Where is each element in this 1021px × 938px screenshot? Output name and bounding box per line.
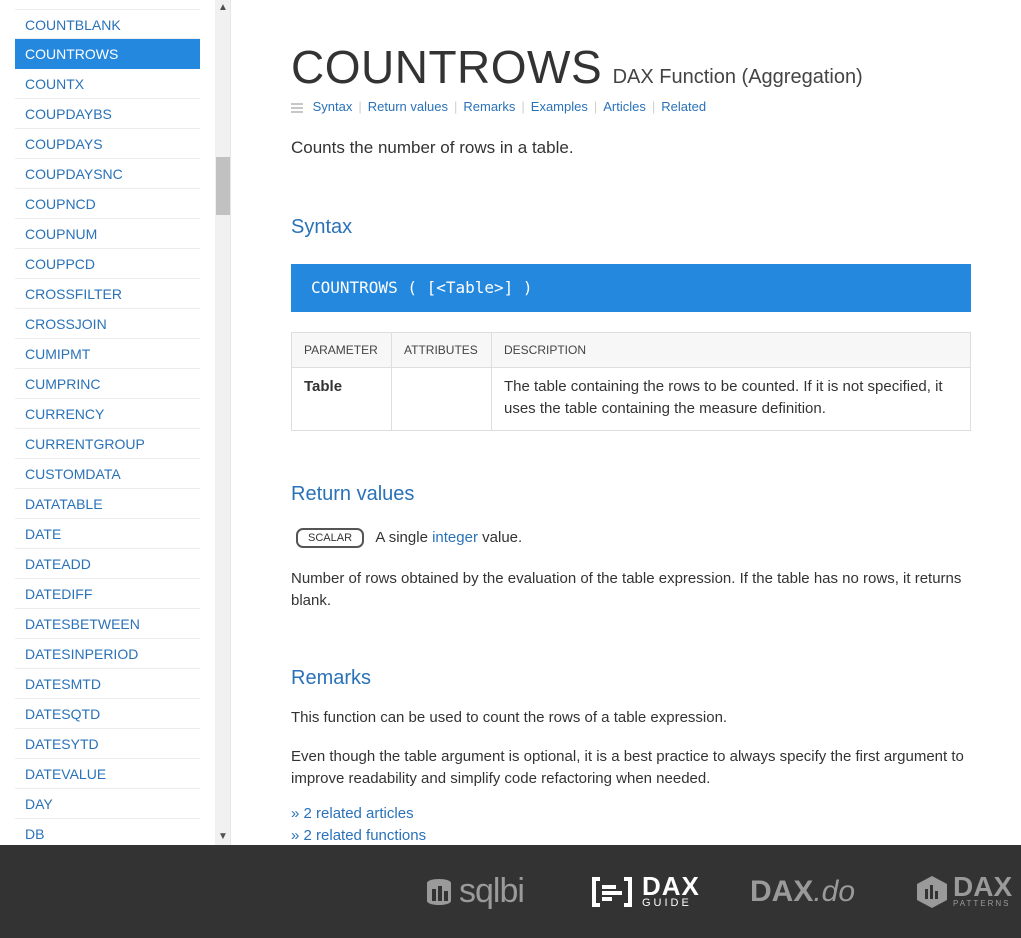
return-type-line: SCALAR A single integer value. [296, 528, 522, 548]
toc-separator: | [593, 99, 598, 114]
sidebar-item-cumipmt[interactable]: CUMIPMT [15, 339, 200, 369]
sidebar-item-countrows[interactable]: COUNTROWS [15, 39, 200, 69]
toc-examples[interactable]: Examples [531, 99, 588, 114]
sidebar-item-cumprinc[interactable]: CUMPRINC [15, 369, 200, 399]
dax-do-logo[interactable]: DAX .do [750, 845, 855, 938]
dax-patterns-logo-icon [917, 875, 947, 908]
site-footer: sqlbi DAX GUIDE DAX .do DAX PATTERNS [0, 845, 1021, 938]
return-prefix: A single [375, 528, 428, 546]
toc-related[interactable]: Related [661, 99, 706, 114]
dax-guide-logo-title: DAX [642, 870, 700, 901]
function-list: COUNTBLANK COUNTROWS COUNTX COUPDAYBS COUPDA… [15, 9, 200, 845]
sqlbi-logo[interactable]: sqlbi [425, 845, 525, 938]
return-suffix: value. [482, 528, 523, 546]
dax-do-logo-suffix: .do [813, 874, 856, 908]
dax-patterns-logo[interactable]: DAX PATTERNS [915, 845, 1012, 938]
remark-paragraph: Even though the table argument is option… [291, 748, 964, 787]
dax-do-logo-main: DAX [750, 874, 814, 908]
function-page: COUNTROWS DAX Function (Aggregation) Syn… [231, 0, 1021, 845]
chevron-up-icon[interactable]: ▲ [215, 0, 230, 16]
return-values-heading: Return values [291, 483, 415, 505]
remarks-heading: Remarks [291, 667, 372, 689]
sidebar-item-datesinperiod[interactable]: DATESINPERIOD [15, 639, 200, 669]
scrollbar-thumb[interactable] [216, 157, 230, 215]
parameter-description: The table containing the rows to be coun… [491, 367, 971, 431]
sidebar-item-crossfilter[interactable]: CROSSFILTER [15, 279, 200, 309]
sidebar-item-coupncd[interactable]: COUPNCD [15, 189, 200, 219]
related-articles-link[interactable]: » 2 related articles [291, 805, 414, 822]
dax-patterns-logo-title: DAX [953, 871, 1013, 902]
sidebar-scrollbar[interactable]: ▲ ▼ [215, 0, 230, 845]
sidebar-item-coupdaybs[interactable]: COUPDAYBS [15, 99, 200, 129]
sidebar-item-crossjoin[interactable]: CROSSJOIN [15, 309, 200, 339]
sidebar-item-datesqtd[interactable]: DATESQTD [15, 699, 200, 729]
dax-guide-logo[interactable]: DAX GUIDE [588, 845, 700, 938]
related-functions-link[interactable]: » 2 related functions [291, 827, 426, 844]
toc-separator: | [453, 99, 458, 114]
toc-separator: | [358, 99, 362, 114]
sidebar-item-datevalue[interactable]: DATEVALUE [15, 759, 200, 789]
page-title: COUNTROWS [291, 41, 603, 93]
sidebar-item-countblank[interactable]: COUNTBLANK [15, 9, 200, 39]
dax-guide-logo-subtitle: GUIDE [642, 896, 692, 909]
sidebar-item-db[interactable]: DB [15, 819, 200, 845]
return-description: Number of rows obtained by the evaluatio… [291, 570, 962, 609]
dax-patterns-logo-subtitle: PATTERNS [953, 899, 1011, 908]
sidebar-item-datesbetween[interactable]: DATESBETWEEN [15, 609, 200, 639]
remark-paragraph: This function can be used to count the r… [291, 709, 728, 726]
page-header: COUNTROWS DAX Function (Aggregation) [291, 40, 863, 94]
section-nav: Syntax | Return values | Remarks | Examples | Ar… [291, 99, 706, 114]
toc-separator: | [521, 99, 525, 114]
toc-articles[interactable]: Articles [603, 99, 646, 114]
sidebar-item-couppcd[interactable]: COUPPCD [15, 249, 200, 279]
syntax-code: COUNTROWS ( [<Table>] ) [291, 264, 971, 312]
sidebar-item-dateadd[interactable]: DATEADD [15, 549, 200, 579]
sqlbi-logo-text: sqlbi [459, 872, 525, 910]
sidebar-item-coupdaysnc[interactable]: COUPDAYSNC [15, 159, 200, 189]
chevron-down-icon[interactable]: ▼ [215, 829, 230, 845]
page-subtitle: DAX Function (Aggregation) [612, 66, 863, 88]
sidebar-item-datediff[interactable]: DATEDIFF [15, 579, 200, 609]
function-sidebar: COUNTBLANK COUNTROWS COUNTX COUPDAYBS COUPDA… [0, 0, 231, 845]
table-header-row: PARAMETER ATTRIBUTES DESCRIPTION [291, 332, 971, 368]
toc-remarks[interactable]: Remarks [463, 99, 515, 114]
sidebar-item-customdata[interactable]: CUSTOMDATA [15, 459, 200, 489]
sidebar-item-datesmtd[interactable]: DATESMTD [15, 669, 200, 699]
function-summary: Counts the number of rows in a table. [291, 138, 574, 157]
sidebar-item-datesytd[interactable]: DATESYTD [15, 729, 200, 759]
syntax-heading: Syntax [291, 216, 353, 238]
sidebar-item-day[interactable]: DAY [15, 789, 200, 819]
parameter-name: Table [291, 367, 392, 431]
parameter-table: PARAMETER ATTRIBUTES DESCRIPTION Table T… [291, 332, 971, 431]
column-header-attributes: ATTRIBUTES [391, 332, 492, 368]
column-header-description: DESCRIPTION [491, 332, 971, 368]
sidebar-item-currency[interactable]: CURRENCY [15, 399, 200, 429]
sidebar-item-datatable[interactable]: DATATABLE [15, 489, 200, 519]
column-header-parameter: PARAMETER [291, 332, 392, 368]
toc-separator: | [651, 99, 656, 114]
toc-return-values[interactable]: Return values [368, 99, 448, 114]
scalar-badge: SCALAR [296, 528, 365, 548]
parameter-attributes [391, 367, 492, 431]
sidebar-item-date[interactable]: DATE [15, 519, 200, 549]
sidebar-item-coupnum[interactable]: COUPNUM [15, 219, 200, 249]
sidebar-item-currentgroup[interactable]: CURRENTGROUP [15, 429, 200, 459]
sidebar-item-countx[interactable]: COUNTX [15, 69, 200, 99]
integer-type-link[interactable]: integer [432, 529, 478, 546]
app-root: COUNTBLANK COUNTROWS COUNTX COUPDAYBS COUPDA… [0, 0, 1021, 938]
sidebar-item-coupdays[interactable]: COUPDAYS [15, 129, 200, 159]
dax-guide-logo-icon [592, 876, 632, 907]
toc-syntax[interactable]: Syntax [313, 99, 353, 114]
sqlbi-logo-icon [427, 878, 451, 905]
table-row: Table The table containing the rows to b… [291, 367, 971, 431]
menu-icon [291, 102, 303, 113]
